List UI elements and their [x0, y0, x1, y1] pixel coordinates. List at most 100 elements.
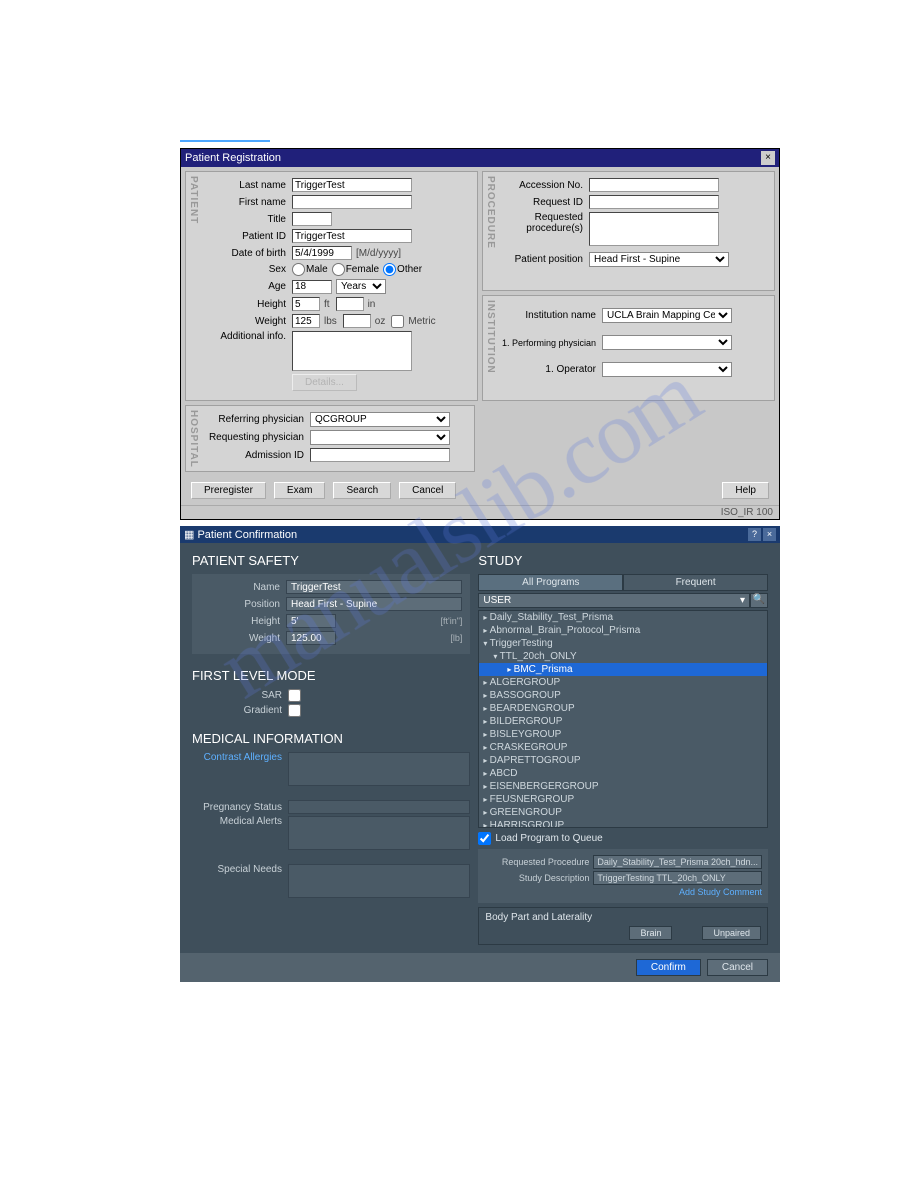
help-button[interactable]: Help: [722, 482, 769, 499]
ref-phys-select[interactable]: QCGROUP: [310, 412, 450, 427]
close-icon[interactable]: ×: [761, 151, 775, 165]
age-input[interactable]: [292, 280, 332, 294]
sex-female-radio[interactable]: [332, 263, 345, 276]
metric-checkbox[interactable]: [391, 315, 404, 328]
patient-position-label: Patient position: [501, 254, 583, 265]
body-part-value[interactable]: Brain: [629, 926, 672, 940]
user-select[interactable]: USER ▾: [478, 593, 750, 608]
bpl-heading: Body Part and Laterality: [485, 912, 761, 923]
sex-other-label: Other: [397, 264, 422, 275]
accession-label: Accession No.: [501, 180, 583, 191]
titlebar-confirmation: ▦ Patient Confirmation ?×: [180, 526, 780, 543]
title-input[interactable]: [292, 212, 332, 226]
program-tree[interactable]: Daily_Stability_Test_PrismaAbnormal_Brai…: [478, 610, 768, 828]
tree-item[interactable]: EISENBERGERGROUP: [479, 780, 767, 793]
performing-phys-select[interactable]: [602, 335, 732, 350]
req-phys-select[interactable]: [310, 430, 450, 445]
weight-lbs-input[interactable]: [292, 314, 320, 328]
contrast-allergies-label[interactable]: Contrast Allergies: [192, 752, 282, 763]
titlebar2-text: Patient Confirmation: [197, 529, 297, 541]
tree-item[interactable]: ALGERGROUP: [479, 676, 767, 689]
reqproc-list[interactable]: [589, 212, 719, 246]
page-rule: [180, 140, 270, 142]
tree-item[interactable]: DAPRETTOGROUP: [479, 754, 767, 767]
tree-item[interactable]: BISLEYGROUP: [479, 728, 767, 741]
accession-input[interactable]: [589, 178, 719, 192]
dob-input[interactable]: [292, 246, 352, 260]
exam-button[interactable]: Exam: [274, 482, 326, 499]
gradient-label: Gradient: [192, 705, 282, 716]
tree-item[interactable]: TTL_20ch_ONLY: [479, 650, 767, 663]
study-desc-value[interactable]: TriggerTesting TTL_20ch_ONLY: [593, 871, 762, 885]
study-desc-label: Study Description: [484, 873, 589, 883]
first-name-input[interactable]: [292, 195, 412, 209]
reqproc-label: Requested Procedure: [484, 857, 589, 867]
laterality-value[interactable]: Unpaired: [702, 926, 761, 940]
cancel-button[interactable]: Cancel: [399, 482, 456, 499]
tab-all-programs[interactable]: All Programs: [478, 574, 623, 591]
institution-name-select[interactable]: UCLA Brain Mapping Center: [602, 308, 732, 323]
search-icon[interactable]: 🔍: [750, 593, 768, 608]
height-in-input[interactable]: [336, 297, 364, 311]
close-icon[interactable]: ×: [763, 528, 776, 541]
dob-hint: [M/d/yyyy]: [356, 248, 401, 259]
load-program-checkbox[interactable]: [478, 832, 491, 845]
addl-info-textarea[interactable]: [292, 331, 412, 371]
gradient-checkbox[interactable]: [288, 704, 301, 717]
addl-info-label: Additional info.: [204, 331, 286, 342]
tree-item[interactable]: BASSOGROUP: [479, 689, 767, 702]
reqproc-value: Daily_Stability_Test_Prisma 20ch_hdn...: [593, 855, 762, 869]
pregnancy-status-field[interactable]: [288, 800, 470, 814]
help-icon[interactable]: ?: [748, 528, 761, 541]
cancel-button[interactable]: Cancel: [707, 959, 768, 976]
tree-item[interactable]: GREENGROUP: [479, 806, 767, 819]
patient-panel: PATIENT Last name First name Title Patie…: [185, 171, 478, 401]
tree-item[interactable]: FEUSNERGROUP: [479, 793, 767, 806]
details-button[interactable]: Details...: [292, 374, 357, 391]
admission-id-input[interactable]: [310, 448, 450, 462]
name-value: TriggerTest: [286, 580, 462, 594]
confirm-button[interactable]: Confirm: [636, 959, 701, 976]
tree-item[interactable]: Abnormal_Brain_Protocol_Prisma: [479, 624, 767, 637]
height-value[interactable]: 5': [286, 614, 336, 628]
request-id-label: Request ID: [501, 197, 583, 208]
tree-item[interactable]: HARRISGROUP: [479, 819, 767, 828]
reqproc-label: Requested procedure(s): [501, 212, 583, 234]
special-needs-field[interactable]: [288, 864, 470, 898]
add-study-comment-link[interactable]: Add Study Comment: [484, 887, 762, 897]
request-id-input[interactable]: [589, 195, 719, 209]
tree-item[interactable]: ABCD: [479, 767, 767, 780]
tree-item-selected[interactable]: BMC_Prisma: [479, 663, 767, 676]
last-name-input[interactable]: [292, 178, 412, 192]
tree-item[interactable]: BEARDENGROUP: [479, 702, 767, 715]
performing-phys-label: 1. Performing physician: [501, 338, 596, 348]
position-value: Head First - Supine: [286, 597, 462, 611]
medical-alerts-field[interactable]: [288, 816, 470, 850]
operator-label: 1. Operator: [501, 364, 596, 375]
patient-id-input[interactable]: [292, 229, 412, 243]
age-unit-select[interactable]: Years: [336, 279, 386, 294]
last-name-label: Last name: [204, 180, 286, 191]
pregnancy-status-label: Pregnancy Status: [192, 802, 282, 813]
tree-item[interactable]: TriggerTesting: [479, 637, 767, 650]
weight-value[interactable]: 125.00: [286, 631, 336, 645]
institution-panel: INSTITUTION Institution nameUCLA Brain M…: [482, 295, 775, 401]
height-ft-input[interactable]: [292, 297, 320, 311]
load-program-label: Load Program to Queue: [495, 833, 602, 844]
tree-item[interactable]: BILDERGROUP: [479, 715, 767, 728]
search-button[interactable]: Search: [333, 482, 391, 499]
sex-other-radio[interactable]: [383, 263, 396, 276]
sex-female-label: Female: [346, 264, 379, 275]
preregister-button[interactable]: Preregister: [191, 482, 266, 499]
tree-item[interactable]: CRASKEGROUP: [479, 741, 767, 754]
patient-position-select[interactable]: Head First - Supine: [589, 252, 729, 267]
sex-male-radio[interactable]: [292, 263, 305, 276]
operator-select[interactable]: [602, 362, 732, 377]
contrast-allergies-field[interactable]: [288, 752, 470, 786]
tab-frequent[interactable]: Frequent: [623, 574, 768, 591]
weight-oz-input[interactable]: [343, 314, 371, 328]
age-label: Age: [204, 281, 286, 292]
sar-checkbox[interactable]: [288, 689, 301, 702]
tree-item[interactable]: Daily_Stability_Test_Prisma: [479, 611, 767, 624]
confirmation-right-column: STUDY All Programs Frequent USER ▾ 🔍 Dai…: [478, 553, 768, 945]
